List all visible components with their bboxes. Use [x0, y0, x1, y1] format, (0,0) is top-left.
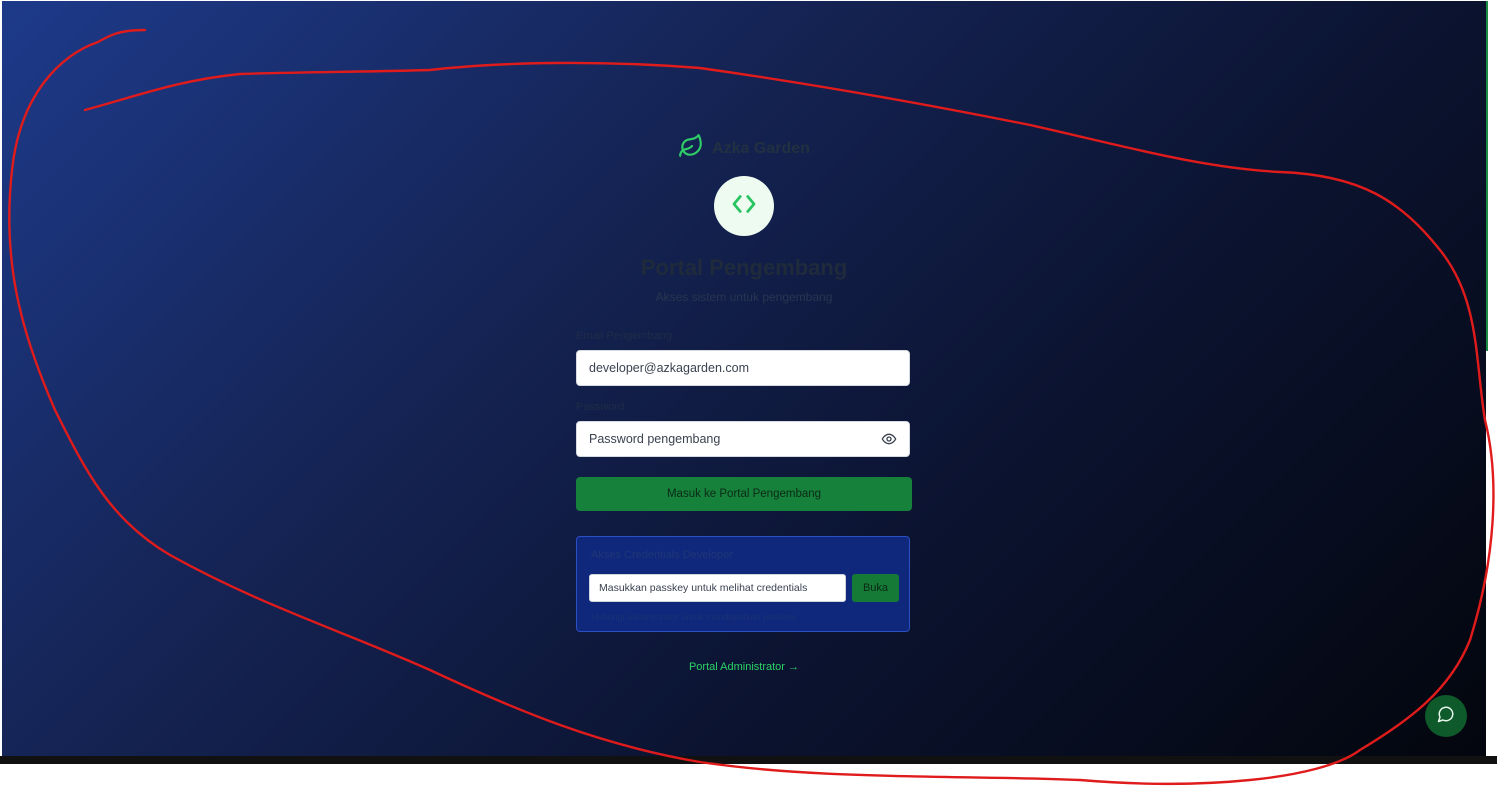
brand: Azka Garden	[2, 133, 1486, 164]
bottom-bar	[0, 756, 1497, 764]
password-label: Password	[576, 401, 625, 413]
credentials-panel: Akses Credentials Developer Masukkan pas…	[576, 536, 910, 632]
email-field[interactable]: developer@azkagarden.com	[576, 350, 910, 386]
credentials-note: Hubungi administrator untuk mendapatkan …	[591, 612, 797, 622]
password-placeholder: Password pengembang	[589, 432, 721, 446]
email-placeholder: developer@azkagarden.com	[589, 361, 750, 375]
page-title: Portal Pengembang	[640, 255, 848, 280]
login-button[interactable]: Masuk ke Portal Pengembang	[576, 477, 912, 511]
credentials-title: Akses Credentials Developer	[591, 549, 733, 561]
open-credentials-button[interactable]: Buka	[852, 574, 899, 602]
chat-button[interactable]	[1425, 695, 1467, 737]
leaf-icon	[678, 133, 704, 164]
hero-badge	[714, 176, 774, 236]
eye-icon[interactable]	[881, 431, 897, 447]
admin-portal-link[interactable]: Portal Administrator →	[2, 661, 1486, 673]
page-subtitle: Akses sistem untuk pengembang	[655, 290, 833, 304]
chat-bubble-icon	[1437, 705, 1455, 728]
code-brackets-icon	[729, 189, 759, 224]
brand-name: Azka Garden	[712, 139, 810, 157]
passkey-input[interactable]: Masukkan passkey untuk melihat credentia…	[589, 574, 846, 602]
login-screen: Azka Garden Portal Pengembang Akses sist…	[2, 1, 1486, 758]
password-field[interactable]: Password pengembang	[576, 421, 910, 457]
email-label: Email Pengembang	[576, 330, 673, 342]
scroll-indicator	[1486, 1, 1488, 351]
passkey-placeholder: Masukkan passkey untuk melihat credentia…	[599, 582, 808, 594]
